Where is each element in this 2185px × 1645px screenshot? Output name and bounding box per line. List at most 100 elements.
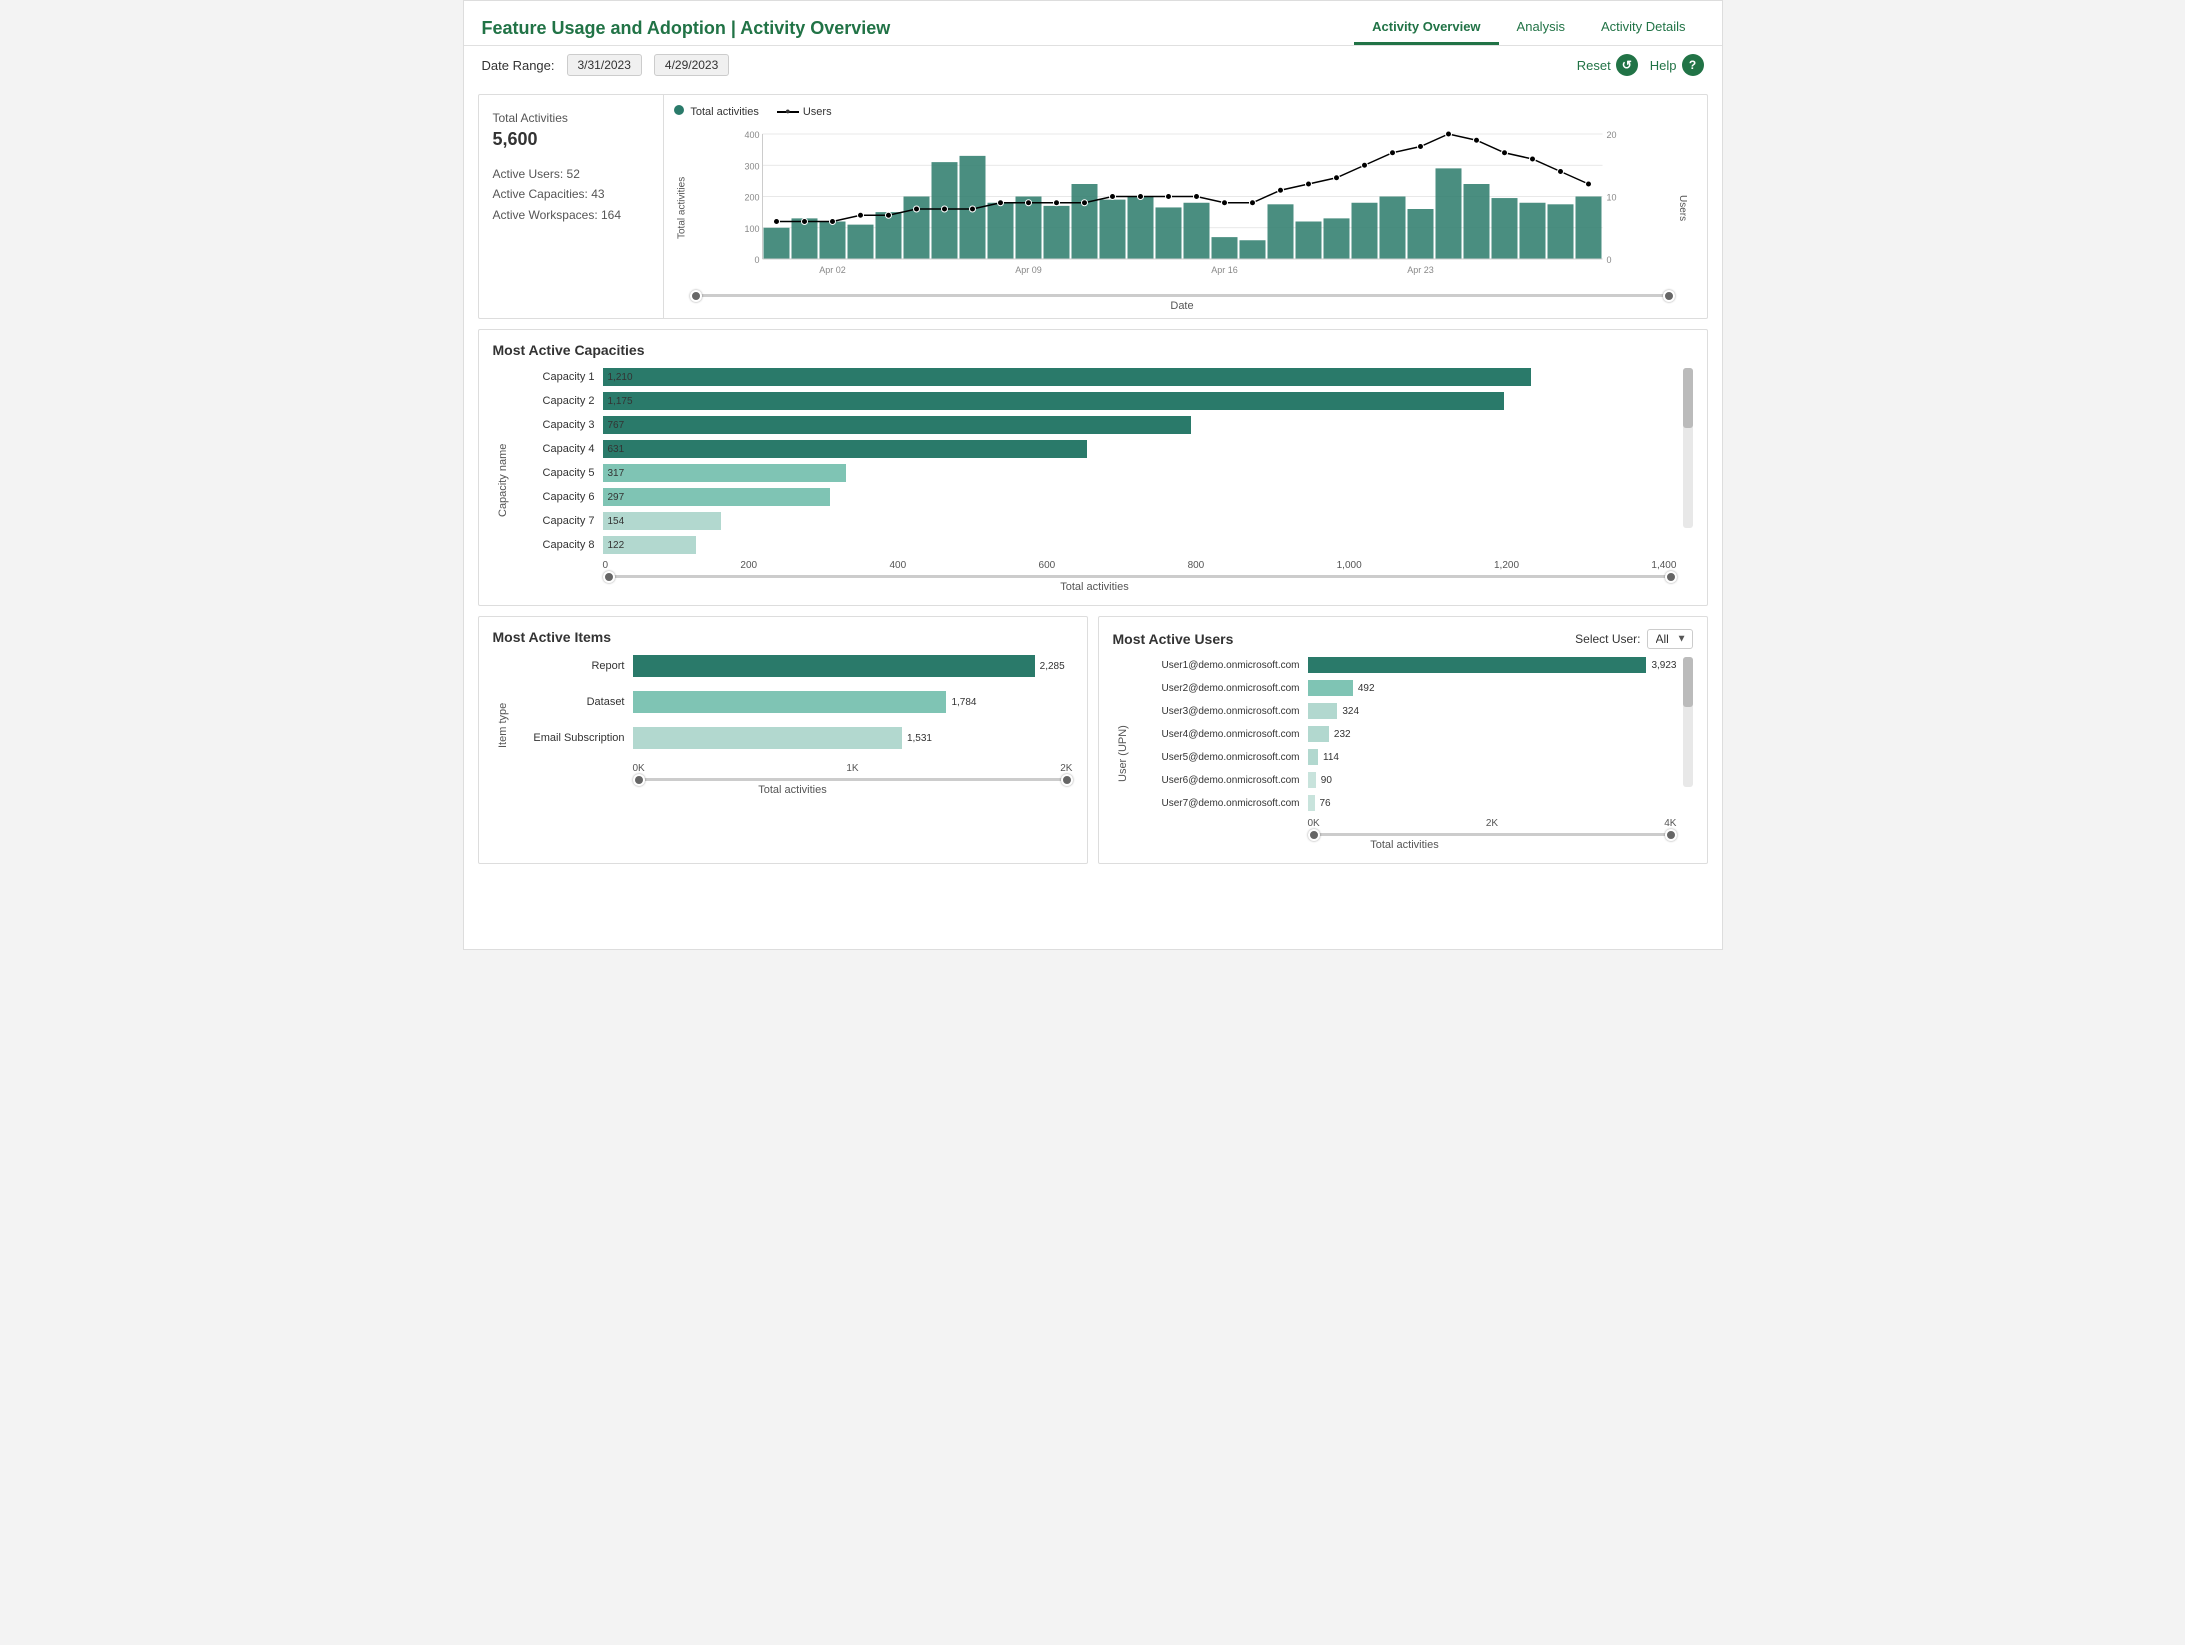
capacity-value: 297 <box>608 492 625 503</box>
item-bar <box>633 655 1035 677</box>
capacity-bar: 631 <box>603 440 1087 458</box>
users-scrollbar[interactable] <box>1683 657 1693 787</box>
active-workspaces-value: 164 <box>601 208 621 222</box>
user-bar-row: User1@demo.onmicrosoft.com 3,923 <box>1133 657 1677 673</box>
item-value: 1,784 <box>951 697 976 708</box>
items-slider-right[interactable] <box>1061 774 1073 786</box>
users-slider-right[interactable] <box>1665 829 1677 841</box>
time-chart-area: Total activities ● Users Total activitie… <box>664 95 1707 318</box>
user-value: 76 <box>1320 798 1331 809</box>
svg-text:0: 0 <box>754 255 759 265</box>
time-chart-slider[interactable] <box>690 294 1675 297</box>
help-label: Help <box>1650 58 1677 73</box>
user-bar-wrap: 324 <box>1308 703 1677 719</box>
capacities-bar-rows: Capacity 1 1,210 Capacity 2 1,175 Capaci… <box>513 368 1677 554</box>
users-slider-left[interactable] <box>1308 829 1320 841</box>
svg-text:Apr 23: Apr 23 <box>1407 265 1434 275</box>
capacity-bar: 1,175 <box>603 392 1504 410</box>
slider-right-handle[interactable] <box>1663 290 1675 302</box>
reset-button[interactable]: Reset ↺ <box>1577 54 1638 76</box>
help-button[interactable]: Help ? <box>1650 54 1704 76</box>
capacity-name: Capacity 8 <box>513 539 603 551</box>
user-value: 90 <box>1321 775 1332 786</box>
items-slider-left[interactable] <box>633 774 645 786</box>
active-users-section: Most Active Users Select User: All ▼ Use… <box>1098 616 1708 864</box>
users-x-label: Total activities <box>1133 839 1677 851</box>
capacity-value: 317 <box>608 468 625 479</box>
active-capacities-label: Active Capacities: <box>493 187 588 201</box>
users-chart: User (UPN) User1@demo.onmicrosoft.com 3,… <box>1113 657 1693 851</box>
chart-legend: Total activities ● Users <box>674 105 1691 118</box>
users-slider[interactable] <box>1308 833 1677 836</box>
cap-slider-left[interactable] <box>603 571 615 583</box>
user-bar-row: User2@demo.onmicrosoft.com 492 <box>1133 680 1677 696</box>
slider-left-handle[interactable] <box>690 290 702 302</box>
capacities-y-label: Capacity name <box>493 368 513 593</box>
select-user-dropdown[interactable]: All <box>1647 629 1693 649</box>
date-end-pill[interactable]: 4/29/2023 <box>654 54 729 76</box>
capacities-slider[interactable] <box>603 575 1677 578</box>
user-name: User3@demo.onmicrosoft.com <box>1133 706 1308 717</box>
capacity-bar-wrap: 1,210 <box>603 368 1677 386</box>
page-title: Feature Usage and Adoption | Activity Ov… <box>482 18 891 39</box>
capacity-name: Capacity 7 <box>513 515 603 527</box>
item-bar-wrap: 1,531 <box>633 727 1073 749</box>
stats-detail: Active Users: 52 Active Capacities: 43 A… <box>493 164 649 225</box>
user-name: User4@demo.onmicrosoft.com <box>1133 729 1308 740</box>
users-y-label: User (UPN) <box>1113 657 1133 851</box>
capacities-scrollbar[interactable] <box>1683 368 1693 528</box>
toolbar: Date Range: 3/31/2023 4/29/2023 Reset ↺ … <box>464 46 1722 84</box>
reset-icon: ↺ <box>1616 54 1638 76</box>
capacity-bar-wrap: 767 <box>603 416 1677 434</box>
user-value: 324 <box>1342 706 1359 717</box>
tab-activity-overview[interactable]: Activity Overview <box>1354 11 1498 45</box>
active-users-title: Most Active Users <box>1113 631 1234 647</box>
capacities-x-ticks: 02004006008001,0001,2001,400 <box>603 560 1677 571</box>
user-name: User6@demo.onmicrosoft.com <box>1133 775 1308 786</box>
cap-slider-right[interactable] <box>1665 571 1677 583</box>
stats-panel: Total Activities 5,600 Active Users: 52 … <box>479 95 664 318</box>
item-name: Dataset <box>513 696 633 708</box>
capacities-section: Most Active Capacities Capacity name Cap… <box>478 329 1708 606</box>
items-chart: Item type Report 2,285 Dataset 1,784 Ema… <box>493 655 1073 796</box>
total-activities-label: Total Activities <box>493 111 649 125</box>
bottom-row: Most Active Items Item type Report 2,285… <box>478 616 1708 864</box>
item-name: Report <box>513 660 633 672</box>
date-start-pill[interactable]: 3/31/2023 <box>567 54 642 76</box>
item-bar <box>633 727 902 749</box>
active-workspaces-label: Active Workspaces: <box>493 208 598 222</box>
item-bar-wrap: 1,784 <box>633 691 1073 713</box>
items-x-label: Total activities <box>513 784 1073 796</box>
items-x-ticks: 0K1K2K <box>633 763 1073 774</box>
user-value: 114 <box>1323 752 1339 763</box>
user-bar-wrap: 114 <box>1308 749 1677 765</box>
capacity-bar: 767 <box>603 416 1191 434</box>
capacity-bar: 1,210 <box>603 368 1531 386</box>
items-slider[interactable] <box>633 778 1073 781</box>
tab-analysis[interactable]: Analysis <box>1499 11 1583 45</box>
svg-text:10: 10 <box>1606 193 1616 203</box>
select-user-label: Select User: <box>1575 632 1640 646</box>
item-value: 1,531 <box>907 733 932 744</box>
capacity-name: Capacity 4 <box>513 443 603 455</box>
total-activities-value: 5,600 <box>493 129 649 150</box>
time-chart-inner: 010020030040001020Apr 02Apr 09Apr 16Apr … <box>690 124 1675 292</box>
capacity-name: Capacity 3 <box>513 419 603 431</box>
user-bar-wrap: 90 <box>1308 772 1677 788</box>
users-x-ticks: 0K2K4K <box>1308 818 1677 829</box>
capacity-value: 1,210 <box>608 372 633 383</box>
capacities-x-label: Total activities <box>513 581 1677 593</box>
users-scrollbar-thumb[interactable] <box>1683 657 1693 707</box>
active-users-label: Active Users: <box>493 167 564 181</box>
svg-text:0: 0 <box>1606 255 1611 265</box>
capacities-chart: Capacity name Capacity 1 1,210 Capacity … <box>493 368 1693 593</box>
svg-text:Apr 02: Apr 02 <box>819 265 846 275</box>
y-left-label: Total activities <box>674 124 690 292</box>
user-bar <box>1308 680 1353 696</box>
legend-line-users: ● <box>777 111 799 113</box>
capacity-bar: 154 <box>603 512 721 530</box>
scrollbar-thumb[interactable] <box>1683 368 1693 428</box>
tab-activity-details[interactable]: Activity Details <box>1583 11 1704 45</box>
capacity-name: Capacity 5 <box>513 467 603 479</box>
capacities-title: Most Active Capacities <box>493 342 1693 358</box>
